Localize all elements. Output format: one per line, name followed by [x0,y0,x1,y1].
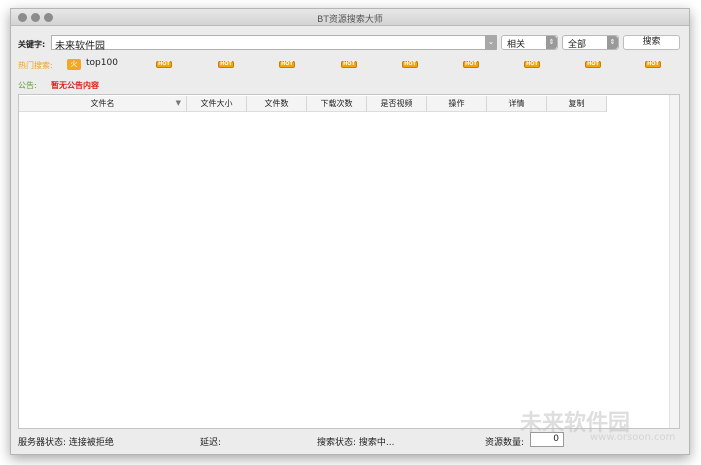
hot-badge-icon[interactable]: HOT [156,61,172,68]
updown-arrow-icon: ⇕ [546,36,557,49]
sort-select[interactable]: 相关 ⇕ [501,35,558,50]
hot-search-top100-link[interactable]: top100 [86,58,118,68]
updown-arrow-icon: ⇕ [607,36,618,49]
hot-badge-icon[interactable]: HOT [645,61,661,68]
notice-text: 暂无公告内容 [51,81,99,90]
column-header-copy[interactable]: 复制 [547,96,607,112]
title-bar: BT资源搜索大师 [11,9,689,26]
column-label: 文件名 [90,99,115,108]
resource-count-label: 资源数量: [485,438,525,448]
notice-label: 公告: [18,81,37,90]
column-header-action[interactable]: 操作 [427,96,487,112]
keyword-input[interactable]: 未来软件园 [51,35,497,52]
search-status-label: 搜索状态: [317,438,357,448]
hot-badge-icon[interactable]: HOT [463,61,479,68]
hot-badge-icon[interactable]: HOT [341,61,357,68]
search-status: 搜索状态: 搜索中... [317,435,395,448]
keyword-label: 关键字: [18,40,46,49]
server-status-label: 服务器状态: [18,438,67,448]
column-header-file-count[interactable]: 文件数 [247,96,307,112]
column-header-size[interactable]: 文件大小 [187,96,247,112]
window-title: BT资源搜索大师 [317,15,383,25]
watermark-url: www.orsoon.com [590,432,676,443]
results-table: 文件名 ▼ 文件大小 文件数 下载次数 是否视频 操作 详情 复制 [18,94,680,429]
search-button[interactable]: 搜索 [623,35,680,50]
server-status: 服务器状态: 连接被拒绝 [18,435,114,448]
column-header-is-video[interactable]: 是否视频 [367,96,427,112]
type-select-value: 全部 [568,40,587,50]
column-header-downloads[interactable]: 下载次数 [307,96,367,112]
chevron-down-icon: ⌄ [487,37,495,46]
server-status-value: 连接被拒绝 [68,438,114,448]
app-window: BT资源搜索大师 关键字: 未来软件园 ⌄ 相关 ⇕ 全部 ⇕ 搜索 热门搜索: 火… [10,8,690,455]
vertical-scrollbar[interactable] [669,95,679,428]
column-header-filename[interactable]: 文件名 ▼ [19,96,187,112]
sort-triangle-icon: ▼ [175,99,181,107]
hot-badge-icon[interactable]: HOT [218,61,234,68]
hot-badge-icon[interactable]: HOT [524,61,540,68]
hot-badge-icon[interactable]: HOT [585,61,601,68]
column-header-details[interactable]: 详情 [487,96,547,112]
table-header: 文件名 ▼ 文件大小 文件数 下载次数 是否视频 操作 详情 复制 [19,96,607,112]
hot-search-label: 热门搜索: [18,61,53,70]
fire-icon: 火 [67,59,81,70]
hot-badge-icon[interactable]: HOT [402,61,418,68]
keyword-history-dropdown[interactable]: ⌄ [485,35,497,50]
resource-count-field: 0 [530,432,564,447]
sort-select-value: 相关 [507,40,526,50]
latency-label: 延迟: [200,438,222,448]
hot-badge-icon[interactable]: HOT [279,61,295,68]
type-select[interactable]: 全部 ⇕ [562,35,619,50]
search-status-value: 搜索中... [358,438,395,448]
